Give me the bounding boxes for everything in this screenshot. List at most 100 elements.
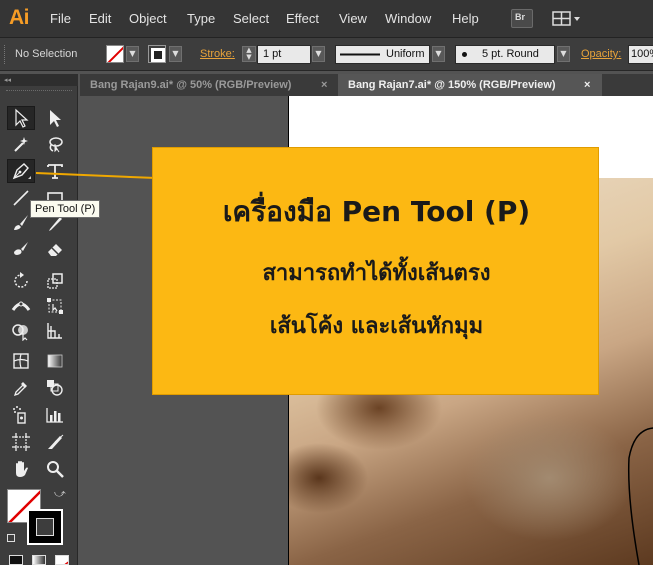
artboard-tool[interactable] <box>7 430 35 454</box>
menu-effect[interactable]: Effect <box>286 11 319 26</box>
stroke-weight-dropdown[interactable]: ▼ <box>312 46 325 62</box>
tools-panel-collapse[interactable]: ◂◂ <box>0 74 78 86</box>
brush-label: 5 pt. Round <box>482 48 539 60</box>
lasso-icon <box>49 137 63 153</box>
paintbrush-icon <box>14 215 28 230</box>
pen-tool-flyout-icon <box>28 176 31 179</box>
bridge-button[interactable]: Br <box>511 9 533 28</box>
tab-bang-rajan7[interactable]: Bang Rajan7.ai* @ 150% (RGB/Preview) × <box>338 74 602 96</box>
control-bar: No Selection ▼ ▼ Stroke: ▲ ▼ 1 pt ▼ Unifo… <box>0 38 653 71</box>
brush-dropdown[interactable]: ▼ <box>557 46 570 62</box>
shape-builder-tool[interactable] <box>7 319 35 343</box>
none-mode-icon <box>64 561 68 564</box>
swap-colors-icon[interactable]: ⤻ <box>54 487 66 501</box>
hand-tool[interactable] <box>7 457 35 481</box>
scale-tool[interactable] <box>41 269 69 293</box>
blob-brush-tool[interactable] <box>7 237 35 261</box>
direct-selection-tool[interactable] <box>41 106 69 130</box>
slice-icon <box>48 434 64 449</box>
mesh-tool[interactable] <box>7 349 35 373</box>
selection-tool-icon <box>15 108 29 128</box>
gradient-mode-button[interactable] <box>32 555 46 565</box>
blend-icon <box>47 380 63 396</box>
callout-line-1: สามารถทำได้ทั้งเส้นตรง <box>262 261 491 286</box>
scale-icon <box>47 273 63 289</box>
selection-tool[interactable] <box>7 106 35 130</box>
callout-line-2: เส้นโค้ง และเส้นหักมุม <box>269 314 484 339</box>
tools-panel: ◂◂ ⤻ <box>0 74 78 565</box>
brush-dot-icon <box>462 52 467 57</box>
stroke-weight-stepper[interactable]: ▲ ▼ <box>242 46 256 62</box>
tab-label: Bang Rajan9.ai* @ 50% (RGB/Preview) <box>90 79 292 91</box>
rotate-tool[interactable] <box>7 269 35 293</box>
lasso-tool[interactable] <box>41 132 69 156</box>
stroke-weight-input[interactable]: 1 pt <box>257 45 311 64</box>
stroke-label-link[interactable]: Stroke: <box>200 48 235 60</box>
perspective-grid-tool[interactable] <box>41 319 69 343</box>
none-fill-icon <box>107 46 123 62</box>
bridge-icon: Br <box>515 12 526 22</box>
close-icon[interactable]: × <box>321 74 327 96</box>
tab-label: Bang Rajan7.ai* @ 150% (RGB/Preview) <box>348 79 556 91</box>
blend-tool[interactable] <box>41 376 69 400</box>
menu-bar: Ai File Edit Object Type Select Effect V… <box>0 0 653 38</box>
line-segment-icon <box>13 190 29 206</box>
tools-panel-grip[interactable] <box>6 90 72 93</box>
arrange-documents-button[interactable] <box>551 9 583 28</box>
stroke-inner <box>36 518 54 536</box>
mesh-icon <box>13 353 29 369</box>
slice-tool[interactable] <box>41 430 69 454</box>
selection-status: No Selection <box>15 48 78 60</box>
close-icon[interactable]: × <box>584 74 590 96</box>
magic-wand-tool[interactable] <box>7 132 35 156</box>
document-tab-bar: Bang Rajan9.ai* @ 50% (RGB/Preview) × Ba… <box>80 74 653 96</box>
tab-bang-rajan9[interactable]: Bang Rajan9.ai* @ 50% (RGB/Preview) × <box>80 74 336 96</box>
opacity-label-link[interactable]: Opacity: <box>581 48 621 60</box>
menu-edit[interactable]: Edit <box>89 11 111 26</box>
type-tool[interactable] <box>41 159 69 183</box>
callout-title: เครื่องมือ Pen Tool (P) <box>222 195 531 228</box>
pen-tool-tooltip: Pen Tool (P) <box>30 200 101 218</box>
menu-object[interactable]: Object <box>129 11 167 26</box>
free-transform-icon <box>47 298 63 314</box>
symbol-sprayer-icon <box>13 406 26 424</box>
menu-select[interactable]: Select <box>233 11 269 26</box>
profile-dropdown[interactable]: ▼ <box>432 46 445 62</box>
eraser-tool[interactable] <box>41 237 69 261</box>
hand-icon <box>16 461 28 477</box>
column-graph-tool[interactable] <box>41 403 69 427</box>
color-mode-button[interactable] <box>9 555 23 565</box>
menu-view[interactable]: View <box>339 11 367 26</box>
magic-wand-icon <box>14 137 28 152</box>
stroke-color-swatch[interactable] <box>27 509 63 545</box>
none-mode-button[interactable] <box>55 555 69 565</box>
zoom-tool[interactable] <box>41 457 69 481</box>
menu-file[interactable]: File <box>50 11 71 26</box>
default-colors-icon[interactable] <box>7 534 15 542</box>
eyedropper-tool[interactable] <box>7 376 35 400</box>
variable-width-profile[interactable]: Uniform <box>335 45 430 64</box>
symbol-sprayer-tool[interactable] <box>7 403 35 427</box>
menu-help[interactable]: Help <box>452 11 479 26</box>
free-transform-tool[interactable] <box>41 294 69 318</box>
stroke-dropdown[interactable]: ▼ <box>169 46 182 62</box>
control-bar-grip[interactable] <box>4 45 7 64</box>
rotate-icon <box>14 272 28 288</box>
profile-label: Uniform <box>386 48 425 60</box>
gradient-tool[interactable] <box>41 349 69 373</box>
pen-tool[interactable] <box>7 159 35 183</box>
width-tool-icon <box>11 301 31 311</box>
app-logo: Ai <box>9 6 30 29</box>
type-tool-icon <box>47 164 63 179</box>
opacity-input[interactable]: 100% <box>628 45 653 64</box>
brush-definition[interactable]: 5 pt. Round <box>455 45 555 64</box>
fill-swatch[interactable] <box>106 45 124 63</box>
column-graph-icon <box>46 408 63 423</box>
gradient-icon <box>47 354 63 368</box>
menu-window[interactable]: Window <box>385 11 431 26</box>
stroke-swatch[interactable] <box>148 45 166 63</box>
stroke-line-icon <box>340 53 380 56</box>
fill-dropdown[interactable]: ▼ <box>126 46 139 62</box>
width-tool[interactable] <box>7 294 35 318</box>
menu-type[interactable]: Type <box>187 11 215 26</box>
